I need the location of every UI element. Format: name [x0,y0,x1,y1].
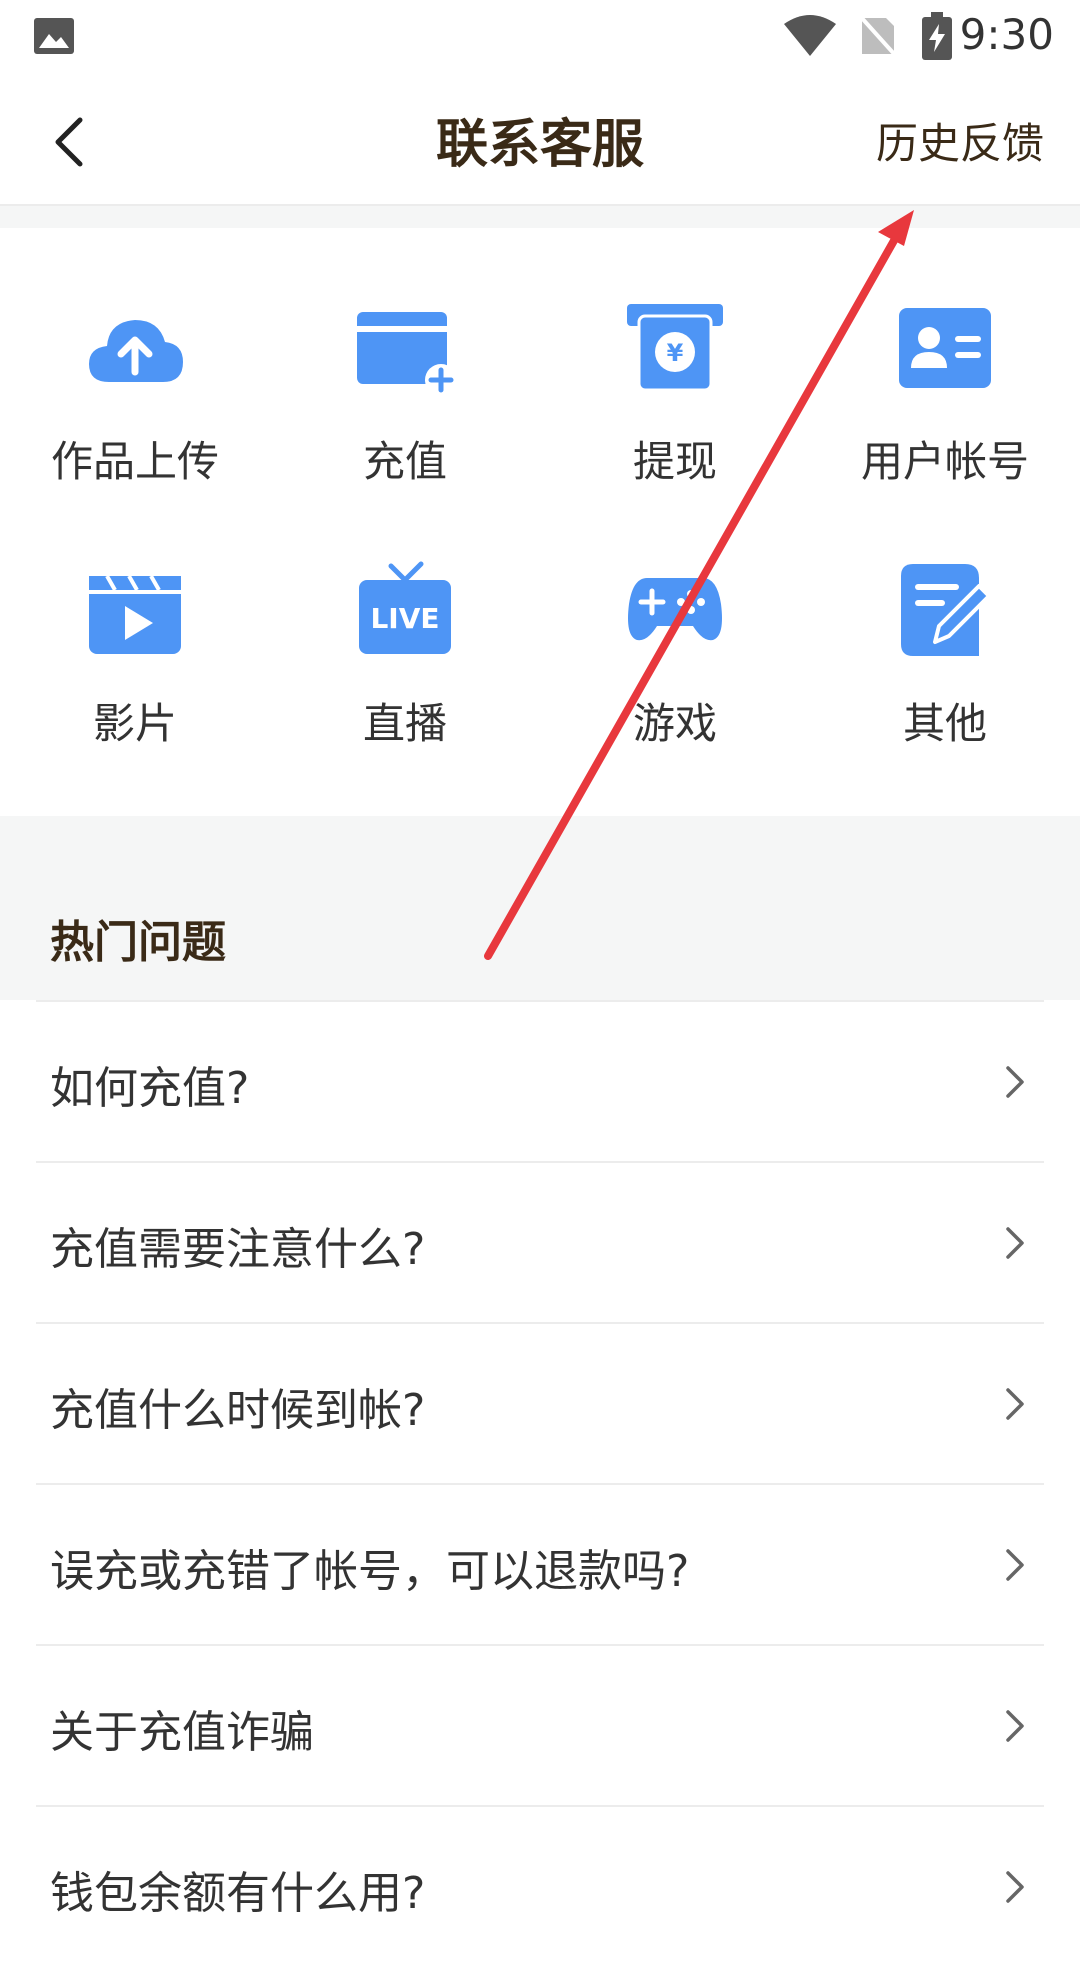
chevron-right-icon [1006,1871,1024,1903]
category-label: 用户帐号 [860,437,1029,486]
status-bar: 9:30 [0,0,1080,72]
faq-question: 钱包余额有什么用? [50,1868,426,1919]
category-label: 作品上传 [50,437,219,486]
battery-charging-icon [922,12,952,60]
category-account[interactable]: 用户帐号 [810,228,1080,486]
faq-question: 误充或充错了帐号，可以退款吗? [50,1546,690,1597]
faq-question: 充值什么时候到帐? [50,1385,426,1436]
edit-note-icon [901,564,991,656]
category-live[interactable]: LIVE 直播 [270,490,540,748]
faq-question: 充值需要注意什么? [50,1224,426,1275]
gallery-icon [34,18,74,54]
id-card-icon [899,308,991,388]
card-add-icon [357,312,455,396]
history-feedback-button[interactable]: 历史反馈 [876,110,1044,171]
chevron-right-icon [1006,1388,1024,1420]
chevron-right-icon [1006,1066,1024,1098]
cloud-upload-icon [89,320,183,382]
faq-item[interactable]: 钱包余额有什么用? [36,1805,1044,1966]
chevron-right-icon [1006,1710,1024,1742]
category-label: 提现 [632,437,717,486]
chevron-right-icon [1006,1549,1024,1581]
faq-item[interactable]: 关于充值诈骗 [36,1644,1044,1805]
faq-question: 如何充值? [50,1063,250,1114]
faq-item[interactable]: 如何充值? [36,1000,1044,1161]
category-recharge[interactable]: 充值 [270,228,540,486]
section-heading: 热门问题 [50,917,226,968]
category-grid: 作品上传 充值 ¥ 提现 用户帐号 影片 LIVE 直播 游戏 其他 [0,228,1080,816]
divider-strip [0,206,1080,228]
status-time: 9:30 [959,10,1054,59]
no-sim-icon [858,14,898,58]
category-label: 游戏 [632,699,717,748]
hot-questions-section: 热门问题 [0,816,1080,1000]
movie-icon [89,575,181,654]
cash-out-icon: ¥ [627,304,723,392]
category-withdraw[interactable]: ¥ 提现 [540,228,810,486]
faq-item[interactable]: 充值什么时候到帐? [36,1322,1044,1483]
svg-text:¥: ¥ [667,339,684,367]
faq-item[interactable]: 误充或充错了帐号，可以退款吗? [36,1483,1044,1644]
category-label: 其他 [902,699,987,748]
gamepad-icon [628,578,722,641]
category-label: 影片 [92,699,177,748]
faq-question: 关于充值诈骗 [50,1707,314,1758]
category-other[interactable]: 其他 [810,490,1080,748]
category-label: 直播 [362,699,447,748]
faq-list: 如何充值? 充值需要注意什么? 充值什么时候到帐? 误充或充错了帐号，可以退款吗… [0,1000,1080,1966]
category-movie[interactable]: 影片 [0,490,270,748]
wifi-icon [784,15,836,56]
category-label: 充值 [362,437,447,486]
category-upload[interactable]: 作品上传 [0,228,270,486]
chevron-right-icon [1006,1227,1024,1259]
live-icon-text: LIVE [370,602,439,635]
nav-bar: 联系客服 历史反馈 [0,72,1080,206]
live-tv-icon: LIVE [359,561,451,654]
category-game[interactable]: 游戏 [540,490,810,748]
faq-item[interactable]: 充值需要注意什么? [36,1161,1044,1322]
